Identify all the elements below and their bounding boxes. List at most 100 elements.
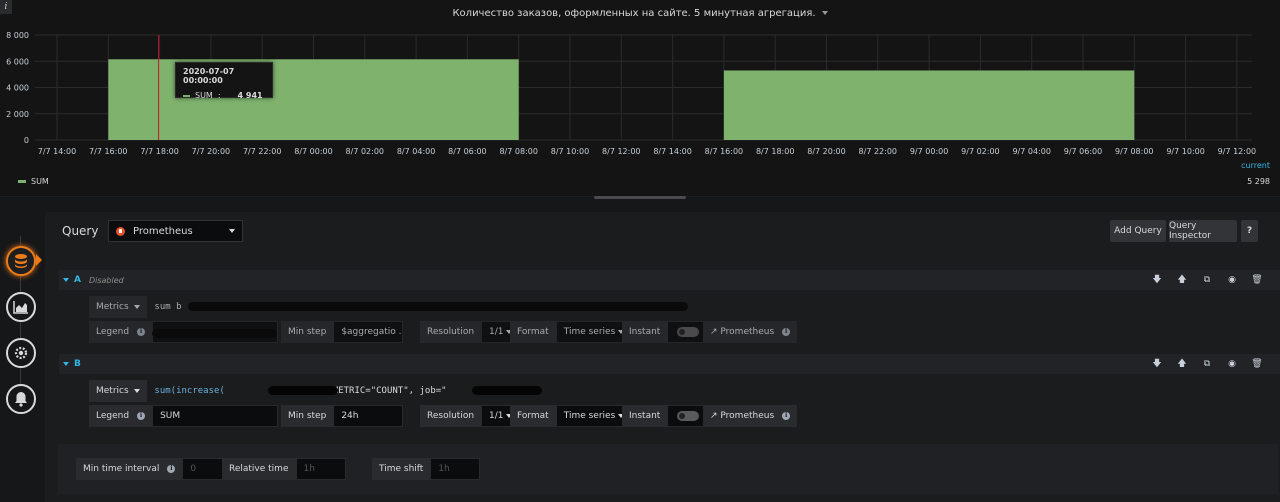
metrics-button[interactable]: Metrics <box>89 380 148 402</box>
min-interval-field: Min time interval i 0 <box>76 458 233 480</box>
x-tick-label: 9/7 00:00 <box>910 147 948 156</box>
info-icon[interactable]: i <box>137 328 146 336</box>
add-query-button[interactable]: Add Query <box>1110 220 1166 242</box>
trash-icon[interactable]: 🗑 <box>1250 274 1264 286</box>
tooltip-series-swatch <box>183 94 190 97</box>
query-ref-id: B <box>74 359 81 369</box>
resolution-field: Resolution 1/1 <box>420 405 516 427</box>
prometheus-link[interactable]: ↗ Prometheus i <box>703 321 798 343</box>
duplicate-icon[interactable]: ⧉ <box>1200 358 1214 370</box>
query-header-a[interactable]: A Disabled 🡇 🡅 ⧉ ◉ 🗑 <box>59 270 1280 290</box>
x-tick-labels: 7/7 14:00 7/7 16:00 7/7 18:00 7/7 20:00 7/7 … <box>38 147 1256 156</box>
x-tick-label: 7/7 18:00 <box>140 147 178 156</box>
eye-icon[interactable]: ◉ <box>1225 358 1239 370</box>
instant-toggle[interactable] <box>677 327 700 337</box>
datasource-select[interactable]: Prometheus <box>108 220 243 242</box>
format-field: Format Time series <box>510 405 628 427</box>
instant-label: Instant <box>622 405 668 427</box>
x-tick-label: 7/7 20:00 <box>192 147 230 156</box>
help-button[interactable]: ? <box>1241 220 1258 242</box>
x-tick-label: 8/7 20:00 <box>807 147 845 156</box>
time-shift-field: Time shift 1h <box>372 458 481 480</box>
relative-time-input[interactable]: 1h <box>295 458 346 480</box>
metrics-field: Metrics sum(increase(_total(METRIC="COUN… <box>89 380 1209 402</box>
query-body-b: Metrics sum(increase(_total(METRIC="COUN… <box>59 374 1280 428</box>
query-header-b[interactable]: B 🡇 🡅 ⧉ ◉ 🗑 <box>59 354 1280 374</box>
info-icon[interactable]: i <box>167 465 176 473</box>
instant-field: Instant <box>622 405 710 427</box>
format-label: Format <box>510 321 556 343</box>
query-actions: 🡇 🡅 ⧉ ◉ 🗑 <box>1150 358 1264 370</box>
min-step-label: Min step <box>281 405 334 427</box>
legend-label: Legend i <box>89 405 153 427</box>
active-tab-arrow <box>36 254 42 266</box>
legend-field: Legend i SUM <box>89 405 279 427</box>
x-tick-label: 9/7 04:00 <box>1012 147 1050 156</box>
query-ref-id: A <box>74 275 81 285</box>
query-status: Disabled <box>88 275 124 285</box>
visualization-icon <box>13 301 28 314</box>
resolution-label: Resolution <box>420 321 482 343</box>
format-select[interactable]: Time series <box>555 321 628 343</box>
resolution-field: Resolution 1/1 <box>420 321 516 343</box>
chevron-down-icon <box>134 389 141 393</box>
queries-tab[interactable] <box>6 246 36 276</box>
prometheus-icon <box>116 226 125 236</box>
info-icon[interactable]: i <box>137 412 146 420</box>
datasource-name: Prometheus <box>133 225 193 237</box>
legend-item-sum[interactable]: SUM <box>18 177 49 186</box>
info-icon[interactable]: i <box>782 412 791 420</box>
x-tick-label: 7/7 14:00 <box>38 147 76 156</box>
instant-toggle[interactable] <box>677 411 700 421</box>
move-down-icon[interactable]: 🡇 <box>1150 358 1164 370</box>
query-options: Min time interval i 0 Relative time 1h Ti… <box>58 444 1278 494</box>
legend-input[interactable]: SUM <box>152 405 279 427</box>
min-step-field: Min step 24h <box>281 405 404 427</box>
y-tick-label: 2 000 <box>6 110 29 119</box>
visualization-tab[interactable] <box>6 292 36 322</box>
instant-field: Instant <box>622 321 710 343</box>
y-tick-label: 4 000 <box>6 84 29 93</box>
alert-tab[interactable] <box>6 384 36 414</box>
x-tick-label: 8/7 04:00 <box>397 147 435 156</box>
query-inspector-button[interactable]: Query Inspector <box>1169 220 1237 242</box>
graph-panel: i Количество заказов, оформленных на сай… <box>0 0 1280 197</box>
prometheus-link[interactable]: ↗ Prometheus i <box>703 405 798 427</box>
relative-time-field: Relative time 1h <box>222 458 346 480</box>
panel-resize-handle[interactable] <box>594 196 686 199</box>
format-select[interactable]: Time series <box>555 405 628 427</box>
relative-time-label: Relative time <box>222 458 296 480</box>
general-tab[interactable] <box>6 338 36 368</box>
info-icon[interactable]: i <box>782 328 791 336</box>
bar <box>108 59 519 140</box>
legend-swatch <box>18 180 26 183</box>
chevron-down-icon <box>229 229 235 233</box>
eye-icon[interactable]: ◉ <box>1225 274 1239 286</box>
min-step-input[interactable]: $aggregatio ... <box>333 321 404 343</box>
legend-label: Legend i <box>89 321 153 343</box>
legend-current-header[interactable]: current <box>1241 161 1270 170</box>
x-tick-label: 9/7 08:00 <box>1115 147 1153 156</box>
trash-icon[interactable]: 🗑 <box>1250 358 1264 370</box>
move-up-icon[interactable]: 🡅 <box>1175 358 1189 370</box>
bar <box>723 70 1135 140</box>
x-tick-label: 7/7 22:00 <box>243 147 281 156</box>
redaction-mark <box>472 386 542 395</box>
x-tick-label: 8/7 10:00 <box>551 147 589 156</box>
time-shift-input[interactable]: 1h <box>430 458 481 480</box>
prometheus-link-field: ↗ Prometheus i <box>703 321 798 343</box>
alert-bell-icon <box>15 392 27 407</box>
x-tick-label: 8/7 02:00 <box>346 147 384 156</box>
x-tick-label: 8/7 14:00 <box>653 147 691 156</box>
duplicate-icon[interactable]: ⧉ <box>1200 274 1214 286</box>
min-step-input[interactable]: 24h <box>333 405 404 427</box>
move-down-icon[interactable]: 🡇 <box>1150 274 1164 286</box>
resolution-label: Resolution <box>420 405 482 427</box>
move-up-icon[interactable]: 🡅 <box>1175 274 1189 286</box>
min-step-field: Min step $aggregatio ... <box>281 321 404 343</box>
query-row-b: B 🡇 🡅 ⧉ ◉ 🗑 Metrics sum(increase(_total(… <box>59 354 1280 428</box>
x-tick-label: 8/7 12:00 <box>602 147 640 156</box>
metrics-button[interactable]: Metrics <box>89 296 148 318</box>
x-tick-label: 8/7 16:00 <box>705 147 743 156</box>
x-tick-label: 7/7 16:00 <box>89 147 127 156</box>
